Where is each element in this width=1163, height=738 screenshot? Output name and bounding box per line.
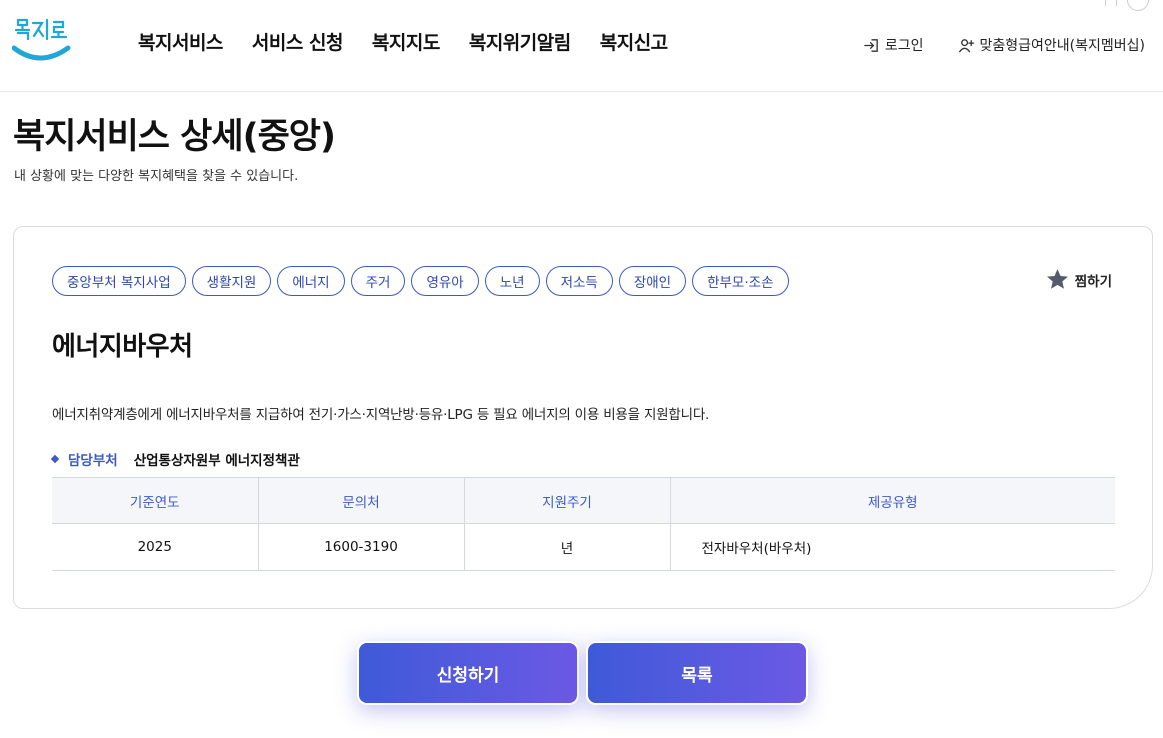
responsible-department: 담당부처 산업통상자원부 에너지정책관 bbox=[50, 449, 300, 469]
tag-housing[interactable]: 주거 bbox=[350, 266, 406, 296]
utility-bar bbox=[1105, 0, 1149, 11]
cell-contact: 1600-3190 bbox=[258, 523, 465, 571]
cell-support-cycle: 년 bbox=[464, 523, 671, 571]
membership-button[interactable]: 맞춤형급여안내(복지멤버십) bbox=[958, 35, 1145, 55]
bookmark-button[interactable]: 찜하기 bbox=[1045, 267, 1112, 292]
list-button[interactable]: 목록 bbox=[586, 641, 808, 705]
service-detail-card: 중앙부처 복지사업 생활지원 에너지 주거 영유아 노년 저소득 장애인 한부모… bbox=[13, 226, 1153, 609]
service-tags: 중앙부처 복지사업 생활지원 에너지 주거 영유아 노년 저소득 장애인 한부모… bbox=[52, 266, 789, 296]
apply-button[interactable]: 신청하기 bbox=[357, 641, 579, 705]
bokjiro-logo[interactable] bbox=[12, 16, 72, 66]
department-label: 담당부처 bbox=[68, 453, 118, 469]
service-title: 에너지바우처 bbox=[52, 332, 193, 362]
page-description: 내 상황에 맞는 다양한 복지혜택을 찾을 수 있습니다. bbox=[14, 169, 299, 184]
nav-welfare-report[interactable]: 복지신고 bbox=[600, 28, 668, 55]
zoom-out-button[interactable] bbox=[1127, 0, 1149, 11]
login-icon bbox=[864, 38, 878, 52]
login-label: 로그인 bbox=[884, 38, 924, 54]
tag-central-ministry[interactable]: 중앙부처 복지사업 bbox=[52, 266, 186, 296]
tag-low-income[interactable]: 저소득 bbox=[545, 266, 613, 296]
star-icon bbox=[1046, 269, 1068, 289]
site-header: 복지서비스 서비스 신청 복지지도 복지위기알림 복지신고 로그인 맞춤형급여안… bbox=[0, 0, 1163, 92]
bookmark-label: 찜하기 bbox=[1074, 273, 1112, 290]
tag-single-parent[interactable]: 한부모·조손 bbox=[692, 266, 789, 296]
department-value: 산업통상자원부 에너지정책관 bbox=[133, 453, 300, 469]
page-title: 복지서비스 상세(중앙) bbox=[13, 117, 336, 157]
login-button[interactable]: 로그인 bbox=[863, 35, 924, 55]
nav-welfare-map[interactable]: 복지지도 bbox=[372, 28, 440, 55]
main-navigation: 복지서비스 서비스 신청 복지지도 복지위기알림 복지신고 bbox=[138, 28, 668, 55]
header-contact: 문의처 bbox=[258, 477, 465, 524]
action-buttons: 신청하기 목록 bbox=[357, 641, 808, 705]
divider bbox=[1105, 0, 1106, 6]
tag-elderly[interactable]: 노년 bbox=[484, 266, 540, 296]
tag-energy[interactable]: 에너지 bbox=[277, 266, 345, 296]
user-add-icon bbox=[958, 38, 974, 53]
header-provision-type: 제공유형 bbox=[670, 477, 1115, 524]
tag-living-support[interactable]: 생활지원 bbox=[191, 266, 272, 296]
bullet-icon bbox=[50, 454, 60, 464]
divider bbox=[1116, 0, 1117, 6]
table-row: 2025 1600-3190 년 전자바우처(바우처) bbox=[52, 523, 1115, 571]
service-description: 에너지취약계층에게 에너지바우처를 지급하여 전기·가스·지역난방·등유·LPG… bbox=[52, 407, 710, 423]
membership-label: 맞춤형급여안내(복지멤버십) bbox=[979, 38, 1145, 54]
header-base-year: 기준연도 bbox=[52, 477, 259, 524]
cell-provision-type: 전자바우처(바우처) bbox=[670, 523, 1115, 571]
nav-service-application[interactable]: 서비스 신청 bbox=[252, 28, 344, 55]
tag-infants[interactable]: 영유아 bbox=[411, 266, 479, 296]
service-info-table: 기준연도 문의처 지원주기 제공유형 2025 1600-3190 년 전자바우… bbox=[52, 477, 1115, 571]
nav-crisis-alert[interactable]: 복지위기알림 bbox=[469, 28, 571, 55]
header-actions: 로그인 맞춤형급여안내(복지멤버십) bbox=[863, 35, 1145, 55]
tag-disabled[interactable]: 장애인 bbox=[618, 266, 687, 296]
header-support-cycle: 지원주기 bbox=[464, 477, 671, 524]
table-header-row: 기준연도 문의처 지원주기 제공유형 bbox=[52, 477, 1115, 524]
nav-welfare-services[interactable]: 복지서비스 bbox=[138, 28, 223, 55]
cell-base-year: 2025 bbox=[52, 523, 259, 571]
